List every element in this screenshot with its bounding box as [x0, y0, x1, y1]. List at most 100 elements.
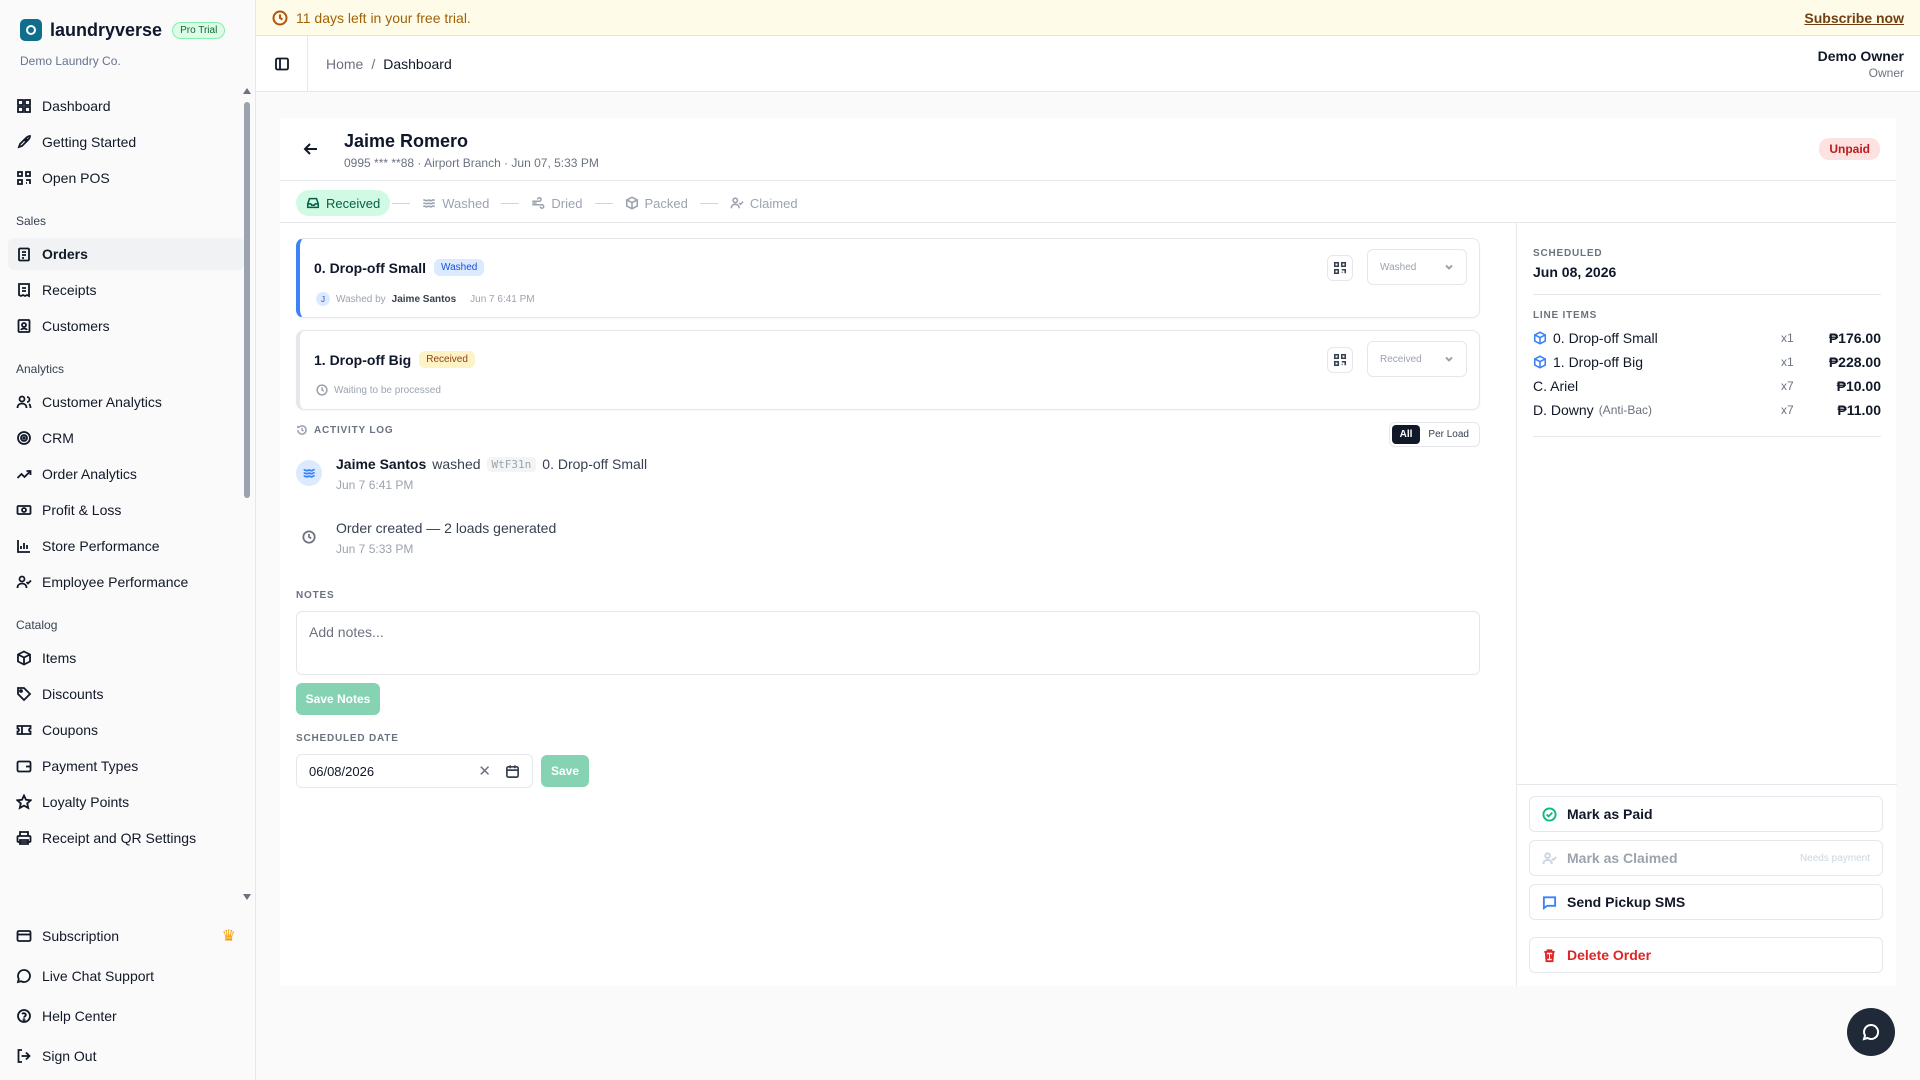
- line-items-label: LINE ITEMS: [1533, 310, 1598, 321]
- sidebar-item-items[interactable]: Items: [8, 642, 244, 674]
- step-claimed: Claimed: [720, 190, 808, 216]
- activity-text: Order created — 2 loads generated: [336, 520, 556, 536]
- user-menu[interactable]: Demo Owner Owner: [1818, 48, 1904, 80]
- send-pickup-sms-button[interactable]: Send Pickup SMS: [1529, 884, 1883, 920]
- mark-as-paid-button[interactable]: Mark as Paid: [1529, 796, 1883, 832]
- brand-logo-icon: [20, 19, 42, 41]
- sidebar-item-label: Open POS: [42, 170, 110, 186]
- chat-icon: [16, 969, 31, 984]
- line-item-name: D. Downy: [1533, 402, 1594, 418]
- load-status-select-value: Received: [1380, 353, 1422, 365]
- save-date-button[interactable]: Save: [541, 755, 589, 787]
- line-item: C. Ariel x7 ₱10.00: [1533, 374, 1881, 398]
- sidebar-item-discounts[interactable]: Discounts: [8, 678, 244, 710]
- line-item: D. Downy (Anti-Bac) x7 ₱11.00: [1533, 398, 1881, 422]
- line-item-name: 1. Drop-off Big: [1553, 354, 1644, 370]
- clear-date-icon[interactable]: ✕: [478, 762, 491, 780]
- back-button[interactable]: [302, 140, 320, 158]
- sidebar-item-loyalty-points[interactable]: Loyalty Points: [8, 786, 244, 818]
- load-status-select[interactable]: Received: [1367, 341, 1467, 377]
- scrollbar-thumb[interactable]: [244, 102, 250, 498]
- sidebar-item-customer-analytics[interactable]: Customer Analytics: [8, 386, 244, 418]
- sidebar-item-dashboard[interactable]: Dashboard: [8, 90, 244, 122]
- activity-time: Jun 7 6:41 PM: [336, 478, 414, 492]
- sidebar-item-sign-out[interactable]: Sign Out: [8, 1040, 244, 1072]
- customer-name: Jaime Romero: [344, 131, 469, 151]
- sidebar-item-customers[interactable]: Customers: [8, 310, 244, 342]
- breadcrumb: Home / Dashboard: [326, 56, 452, 72]
- scroll-down-arrow-icon[interactable]: [243, 894, 251, 900]
- scheduled-date-label: SCHEDULED DATE: [296, 733, 399, 744]
- top-header: Home / Dashboard Demo Owner Owner: [256, 35, 1920, 92]
- bar-chart-icon: [17, 540, 30, 553]
- save-notes-button[interactable]: Save Notes: [296, 683, 380, 715]
- mark-as-claimed-button[interactable]: Mark as Claimed Needs payment: [1529, 840, 1883, 876]
- load-status-select[interactable]: Washed: [1367, 249, 1467, 285]
- activity-item: Jaime Santos washed WtF31n 0. Drop-off S…: [296, 452, 1480, 510]
- scheduled-date-value: 06/08/2026: [309, 763, 375, 779]
- sidebar-item-live-chat[interactable]: Live Chat Support: [8, 960, 244, 992]
- target-icon: [17, 431, 31, 445]
- load-status-badge: Washed: [434, 259, 485, 276]
- sidebar-item-order-analytics[interactable]: Order Analytics: [8, 458, 244, 490]
- sidebar: laundryverse Pro Trial Demo Laundry Co. …: [0, 0, 256, 1080]
- calendar-icon[interactable]: [505, 764, 520, 779]
- company-name: Demo Laundry Co.: [20, 54, 121, 68]
- sidebar-item-profit-loss[interactable]: Profit & Loss: [8, 494, 244, 526]
- activity-filter-per-load[interactable]: Per Load: [1420, 425, 1477, 444]
- receipt-icon: [18, 283, 30, 298]
- sidebar-toggle-button[interactable]: [256, 35, 308, 92]
- line-item-qty: x7: [1781, 403, 1794, 417]
- sidebar-item-employee-performance[interactable]: Employee Performance: [8, 566, 244, 598]
- printer-icon: [16, 831, 32, 845]
- sidebar-item-receipts[interactable]: Receipts: [8, 274, 244, 306]
- sidebar-item-open-pos[interactable]: Open POS: [8, 162, 244, 194]
- trash-icon: [1544, 948, 1555, 962]
- sidebar-item-label: Payment Types: [42, 758, 139, 774]
- sidebar-item-receipt-qr-settings[interactable]: Receipt and QR Settings: [8, 822, 244, 854]
- sidebar-item-orders[interactable]: Orders: [8, 238, 244, 270]
- sidebar-item-crm[interactable]: CRM: [8, 422, 244, 454]
- brand[interactable]: laundryverse Pro Trial: [20, 19, 226, 41]
- delete-order-button[interactable]: Delete Order: [1529, 937, 1883, 973]
- sidebar-item-label: Receipt and QR Settings: [42, 830, 197, 846]
- breadcrumb-current: Dashboard: [383, 55, 452, 72]
- scroll-up-arrow-icon[interactable]: [243, 88, 251, 94]
- sidebar-item-label: Help Center: [42, 1008, 117, 1024]
- step-connector: [501, 202, 520, 204]
- breadcrumb-home-link[interactable]: Home: [326, 56, 363, 72]
- sidebar-scrollbar[interactable]: [243, 88, 251, 900]
- load-qr-button[interactable]: [1327, 347, 1353, 373]
- clock-icon: [302, 530, 316, 544]
- load-title: 1. Drop-off Big Received: [314, 351, 475, 368]
- scheduled-date-input[interactable]: 06/08/2026 ✕: [296, 754, 533, 788]
- load-qr-button[interactable]: [1327, 255, 1353, 281]
- sidebar-item-store-performance[interactable]: Store Performance: [8, 530, 244, 562]
- message-square-icon: [1542, 895, 1557, 910]
- sidebar-item-label: Orders: [42, 246, 88, 262]
- sidebar-item-label: Receipts: [42, 282, 97, 298]
- order-meta: 0995 *** **88 · Airport Branch · Jun 07,…: [344, 156, 599, 170]
- sidebar-item-payment-types[interactable]: Payment Types: [8, 750, 244, 782]
- sidebar-item-help-center[interactable]: Help Center: [8, 1000, 244, 1032]
- step-connector: [594, 202, 613, 204]
- load-status-badge: Received: [419, 351, 475, 368]
- clock-icon: [272, 10, 288, 25]
- mark-as-paid-label: Mark as Paid: [1567, 806, 1653, 822]
- step-received: Received: [296, 190, 391, 216]
- scheduled-label: SCHEDULED: [1533, 248, 1603, 259]
- live-chat-button[interactable]: [1847, 1008, 1895, 1056]
- sidebar-item-label: Coupons: [42, 722, 99, 738]
- sidebar-item-getting-started[interactable]: Getting Started: [8, 126, 244, 158]
- sidebar-item-coupons[interactable]: Coupons: [8, 714, 244, 746]
- notes-textarea[interactable]: Add notes...: [296, 611, 1480, 675]
- sidebar-item-subscription[interactable]: Subscription ♛: [8, 920, 244, 952]
- arrow-left-icon: [303, 143, 317, 155]
- divider: [1533, 294, 1881, 295]
- line-item-amount: ₱228.00: [1828, 354, 1881, 370]
- notes-label: NOTES: [296, 590, 335, 601]
- subscribe-now-link[interactable]: Subscribe now: [1804, 10, 1904, 26]
- qr-icon: [17, 171, 31, 185]
- load-name: 1. Drop-off Big: [314, 351, 412, 368]
- activity-filter-all[interactable]: All: [1391, 425, 1421, 444]
